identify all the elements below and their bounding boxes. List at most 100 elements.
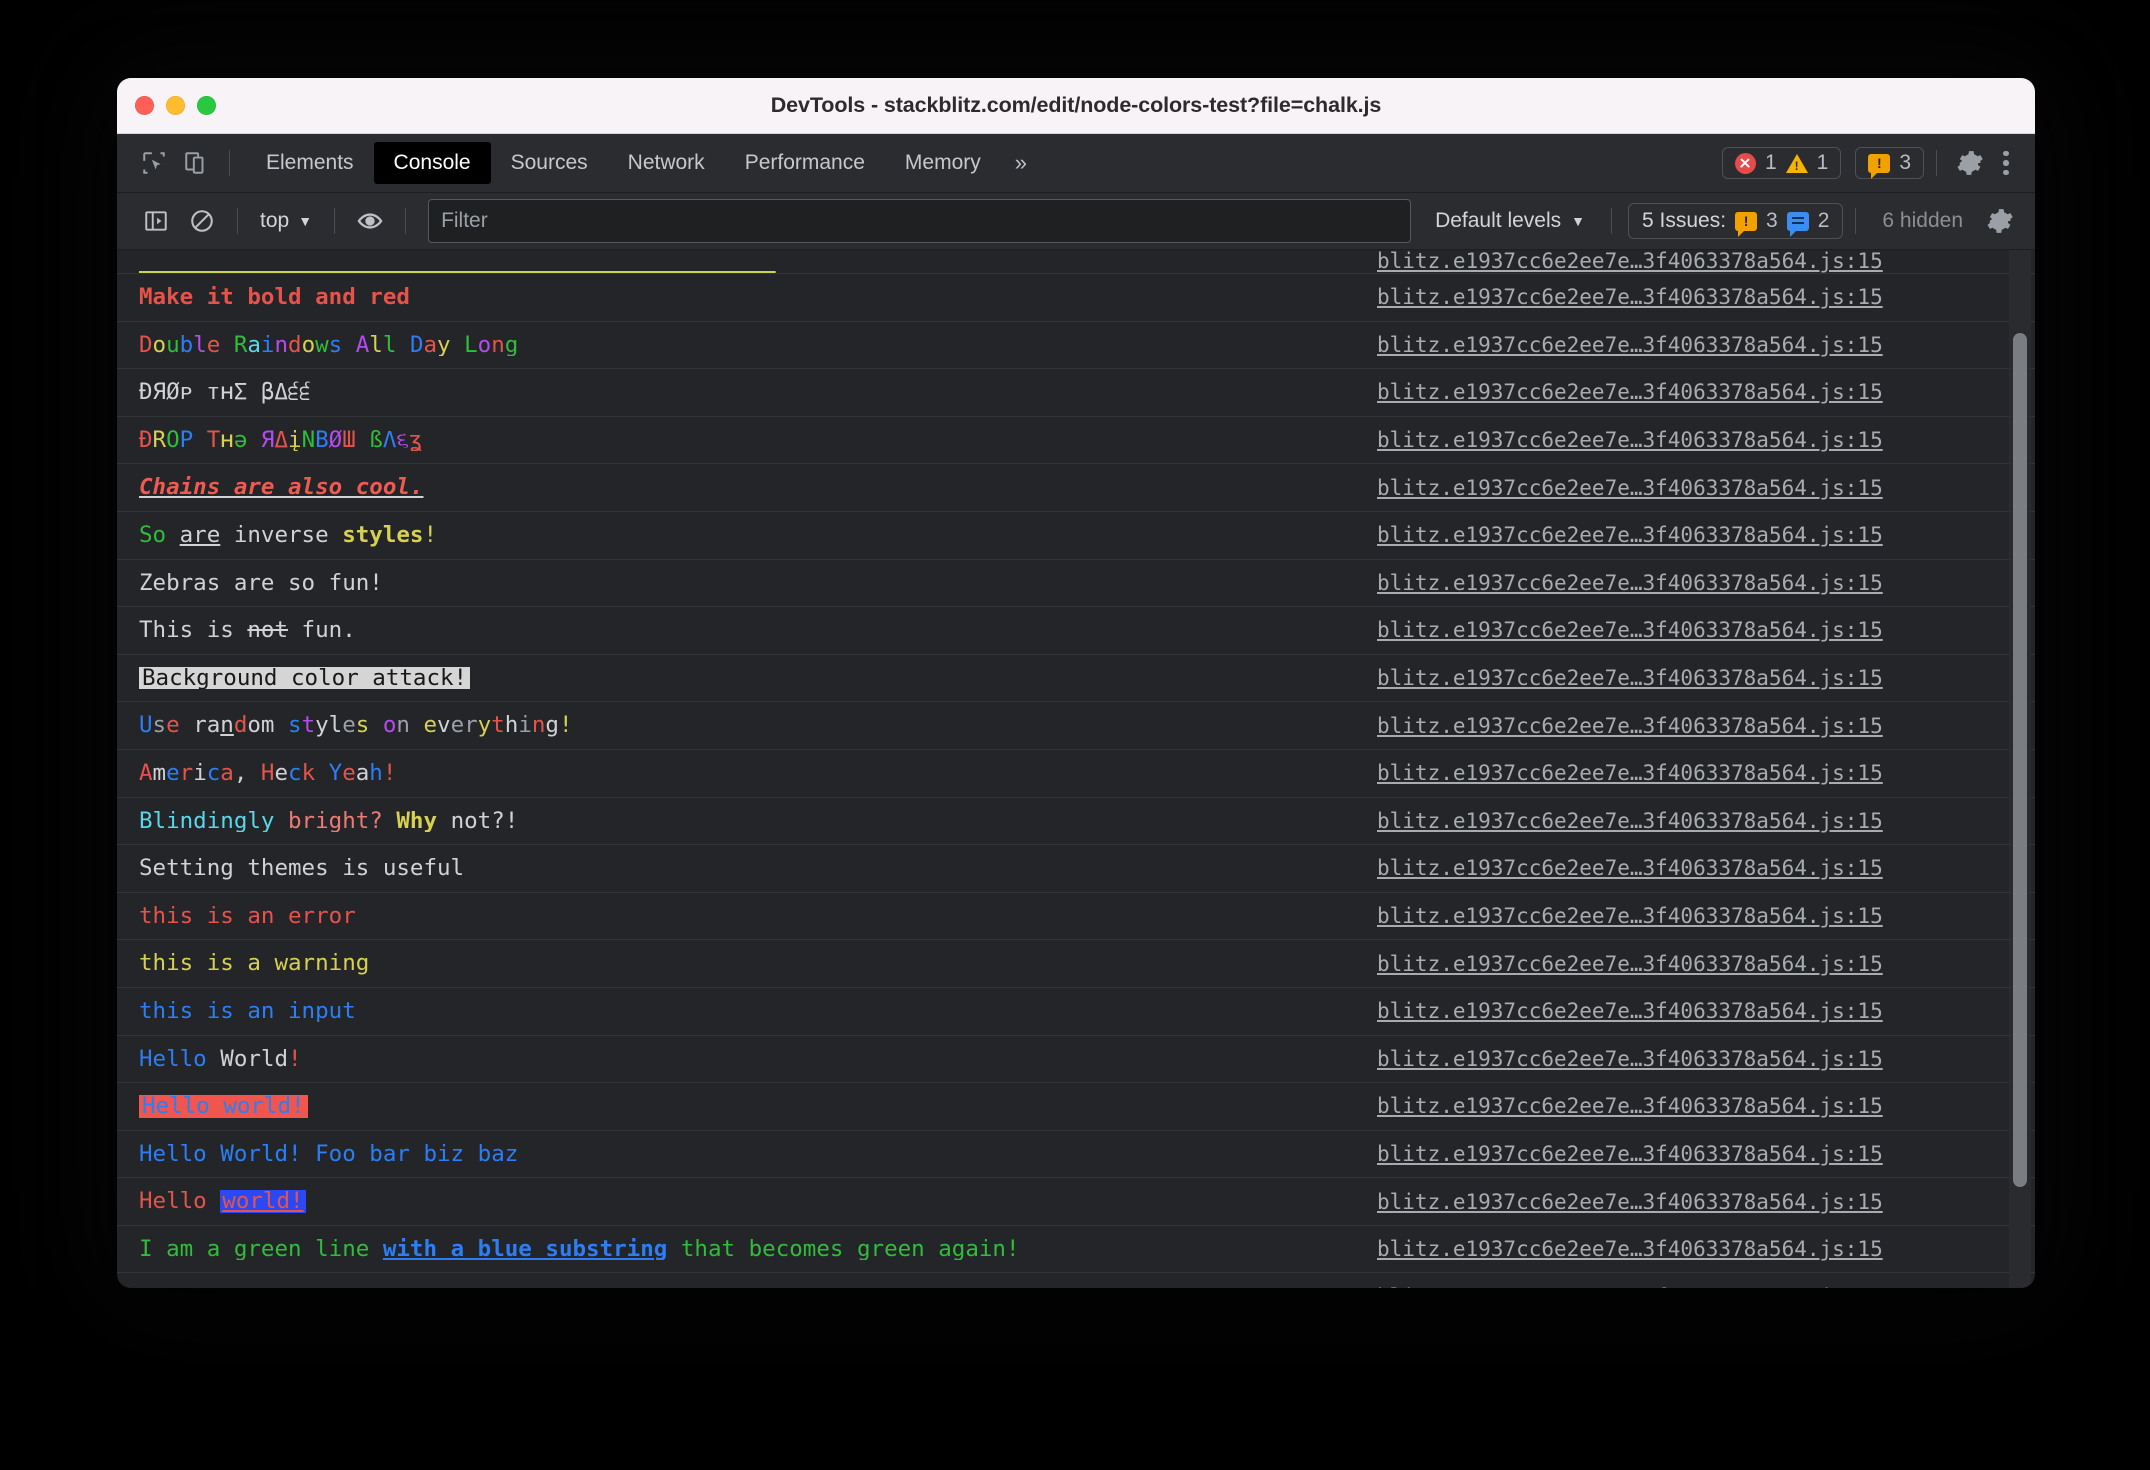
- console-row-chains-are-also-cool[interactable]: Chains are also cool. blitz.e1937cc6e2ee…: [117, 464, 2035, 512]
- console-row-background-color-attack[interactable]: Background color attack! blitz.e1937cc6e…: [117, 655, 2035, 703]
- console-message-text: Make it bold and red: [139, 286, 410, 309]
- console-message-list[interactable]: blitz.e1937cc6e2ee7e…3f4063378a564.js:15…: [117, 250, 2035, 1288]
- source-link[interactable]: blitz.e1937cc6e2ee7e…3f4063378a564.js:15: [1377, 1142, 2035, 1166]
- console-row-this-is-an-error[interactable]: this is an error blitz.e1937cc6e2ee7e…3f…: [117, 893, 2035, 941]
- console-message-text: Blindingly bright? Why not?!: [139, 809, 519, 833]
- console-row-zebras-are-so-fun[interactable]: Zebras are so fun! blitz.e1937cc6e2ee7e……: [117, 560, 2035, 608]
- error-warning-badges[interactable]: 1 1: [1721, 147, 1842, 179]
- source-link[interactable]: blitz.e1937cc6e2ee7e…3f4063378a564.js:15: [1377, 333, 2035, 357]
- console-message-text: Setting themes is useful: [139, 857, 465, 880]
- window-title-bar: DevTools - stackblitz.com/edit/node-colo…: [117, 78, 2035, 134]
- clear-console-icon[interactable]: [179, 201, 225, 241]
- status-divider: [1936, 150, 1937, 176]
- desktop-background: DevTools - stackblitz.com/edit/node-colo…: [0, 0, 2150, 1470]
- window-title: DevTools - stackblitz.com/edit/node-colo…: [770, 93, 1382, 117]
- console-row-drop-the-bass[interactable]: ÐЯØᴘ ᴛʜΣ βΔ੬੬ blitz.e1937cc6e2ee7e…3f406…: [117, 369, 2035, 417]
- source-link[interactable]: blitz.e1937cc6e2ee7e…3f4063378a564.js:15: [1377, 714, 2035, 738]
- devtools-window: DevTools - stackblitz.com/edit/node-colo…: [117, 78, 2035, 1288]
- tab-network[interactable]: Network: [608, 142, 725, 184]
- source-link[interactable]: blitz.e1937cc6e2ee7e…3f4063378a564.js:15: [1377, 904, 2035, 928]
- source-link[interactable]: blitz.e1937cc6e2ee7e…3f4063378a564.js:15: [1377, 523, 2035, 547]
- console-row-hello-world-3[interactable]: Hello world! blitz.e1937cc6e2ee7e…3f4063…: [117, 1178, 2035, 1226]
- zoom-window-button[interactable]: [197, 96, 216, 115]
- issues-warning-count: 3: [1766, 209, 1778, 232]
- console-row-america-heck-yeah[interactable]: America, Heck Yeah! blitz.e1937cc6e2ee7e…: [117, 750, 2035, 798]
- window-traffic-lights[interactable]: [135, 78, 216, 133]
- source-link[interactable]: blitz.e1937cc6e2ee7e…3f4063378a564.js:15: [1377, 428, 2035, 452]
- console-row-make-it-bold-and-red[interactable]: Make it bold and red blitz.e1937cc6e2ee7…: [117, 274, 2035, 322]
- console-row-partial[interactable]: blitz.e1937cc6e2ee7e…3f4063378a564.js:15: [117, 250, 2035, 274]
- hidden-messages-label[interactable]: 6 hidden: [1868, 209, 1977, 233]
- tab-console[interactable]: Console: [373, 142, 491, 184]
- source-link[interactable]: blitz.e1937cc6e2ee7e…3f4063378a564.js:15: [1377, 380, 2035, 404]
- console-message-text: America, Heck Yeah!: [139, 761, 397, 785]
- execution-context-selector[interactable]: top ▼: [250, 209, 322, 233]
- warning-count: 1: [1816, 151, 1829, 174]
- console-row-blindingly-bright[interactable]: Blindingly bright? Why not?! blitz.e1937…: [117, 798, 2035, 846]
- console-row-this-is-a-warning[interactable]: this is a warning blitz.e1937cc6e2ee7e…3…: [117, 940, 2035, 988]
- console-row-this-is-not-fun[interactable]: This is not fun. blitz.e1937cc6e2ee7e…3f…: [117, 607, 2035, 655]
- source-link[interactable]: blitz.e1937cc6e2ee7e…3f4063378a564.js:15: [1377, 1047, 2035, 1071]
- devtools-tab-bar: Elements Console Sources Network Perform…: [117, 134, 2035, 193]
- source-link[interactable]: blitz.e1937cc6e2ee7e…3f4063378a564.js:15: [1377, 952, 2035, 976]
- issue-icon: [1735, 211, 1758, 237]
- console-sidebar-icon[interactable]: [133, 201, 179, 241]
- source-link[interactable]: blitz.e1937cc6e2ee7e…3f4063378a564.js:15: [1377, 618, 2035, 642]
- source-link[interactable]: blitz.e1937cc6e2ee7e…3f4063378a564.js:15: [1377, 999, 2035, 1023]
- tab-performance[interactable]: Performance: [725, 142, 885, 184]
- console-message-text: this is an input: [139, 999, 356, 1023]
- error-count: 1: [1764, 151, 1777, 174]
- source-link[interactable]: blitz.e1937cc6e2ee7e…3f4063378a564.js:15: [1377, 1094, 2035, 1118]
- source-link[interactable]: blitz.e1937cc6e2ee7e…3f4063378a564.js:15: [1377, 1237, 2035, 1261]
- console-row-double-raindows[interactable]: Double Raindows All Day Long blitz.e1937…: [117, 322, 2035, 370]
- filter-input[interactable]: Filter: [428, 199, 1412, 243]
- gear-icon[interactable]: [1949, 143, 1991, 183]
- source-link[interactable]: blitz.e1937cc6e2ee7e…3f4063378a564.js:15: [1377, 809, 2035, 833]
- console-row-use-random-styles[interactable]: Use random styles on everything! blitz.e…: [117, 702, 2035, 750]
- console-message-text: So are inverse styles!: [139, 524, 438, 547]
- console-row-setting-themes-is-useful[interactable]: Setting themes is useful blitz.e1937cc6e…: [117, 845, 2035, 893]
- console-message-partial: [139, 251, 1377, 274]
- filter-placeholder: Filter: [441, 209, 488, 232]
- source-link[interactable]: blitz.e1937cc6e2ee7e…3f4063378a564.js:15: [1377, 1190, 2035, 1214]
- console-row-this-is-an-input[interactable]: this is an input blitz.e1937cc6e2ee7e…3f…: [117, 988, 2035, 1036]
- execution-context-label: top: [260, 209, 290, 232]
- source-link[interactable]: blitz.e1937cc6e2ee7e…3f4063378a564.js:15: [1377, 761, 2035, 785]
- log-levels-label: Default levels: [1435, 209, 1562, 232]
- gear-icon[interactable]: [1977, 201, 2023, 241]
- tab-sources[interactable]: Sources: [491, 142, 608, 184]
- console-row-green-line-blue-substring[interactable]: I am a green line with a blue substring …: [117, 1226, 2035, 1274]
- log-levels-selector[interactable]: Default levels ▼: [1421, 209, 1599, 233]
- tab-elements[interactable]: Elements: [246, 142, 374, 184]
- source-link[interactable]: blitz.e1937cc6e2ee7e…3f4063378a564.js:15: [1377, 666, 2035, 690]
- live-expression-eye-icon[interactable]: [347, 201, 393, 241]
- source-link[interactable]: blitz.e1937cc6e2ee7e…3f4063378a564.js:15: [1377, 1285, 2035, 1288]
- console-row-so-are-inverse-styles[interactable]: So are inverse styles! blitz.e1937cc6e2e…: [117, 512, 2035, 560]
- source-link[interactable]: blitz.e1937cc6e2ee7e…3f4063378a564.js:15: [1377, 571, 2035, 595]
- console-toolbar-divider-1: [237, 208, 238, 234]
- console-row-hello-world-2[interactable]: Hello world! blitz.e1937cc6e2ee7e…3f4063…: [117, 1083, 2035, 1131]
- more-tabs-icon[interactable]: »: [1001, 144, 1041, 182]
- console-message-text: This is not fun.: [139, 619, 356, 642]
- console-row-drop-the-rainbow-bass[interactable]: ÐRÓP Tʜǝ ЯΔįÑBØШ ßΛ૬ʓ blitz.e1937cc6e2ee…: [117, 417, 2035, 465]
- issue-icon: [1868, 153, 1891, 179]
- scrollbar-thumb[interactable]: [2013, 333, 2027, 1187]
- console-message-text: Use random styles on everything!: [139, 714, 573, 737]
- tab-bar-status-area: 1 1 3: [1721, 143, 2021, 183]
- source-link[interactable]: blitz.e1937cc6e2ee7e…3f4063378a564.js:15: [1377, 476, 2035, 500]
- source-link[interactable]: blitz.e1937cc6e2ee7e…3f4063378a564.js:15: [1377, 250, 2035, 273]
- source-link[interactable]: blitz.e1937cc6e2ee7e…3f4063378a564.js:15: [1377, 285, 2035, 309]
- close-window-button[interactable]: [135, 96, 154, 115]
- minimize-window-button[interactable]: [166, 96, 185, 115]
- console-scrollbar[interactable]: [2009, 250, 2031, 1288]
- device-toolbar-icon[interactable]: [175, 143, 217, 183]
- console-row-tail[interactable]: blitz.e1937cc6e2ee7e…3f4063378a564.js:15: [117, 1273, 2035, 1288]
- kebab-menu-icon[interactable]: [1991, 150, 2021, 176]
- tab-memory[interactable]: Memory: [885, 142, 1001, 184]
- console-row-hello-world-foo-bar[interactable]: Hello World! Foo bar biz baz blitz.e1937…: [117, 1131, 2035, 1179]
- issues-summary-button[interactable]: 5 Issues: 3 2: [1628, 203, 1844, 239]
- console-row-hello-world-1[interactable]: Hello World! blitz.e1937cc6e2ee7e…3f4063…: [117, 1036, 2035, 1084]
- source-link[interactable]: blitz.e1937cc6e2ee7e…3f4063378a564.js:15: [1377, 856, 2035, 880]
- inspect-element-icon[interactable]: [133, 143, 175, 183]
- issues-badge[interactable]: 3: [1855, 147, 1924, 179]
